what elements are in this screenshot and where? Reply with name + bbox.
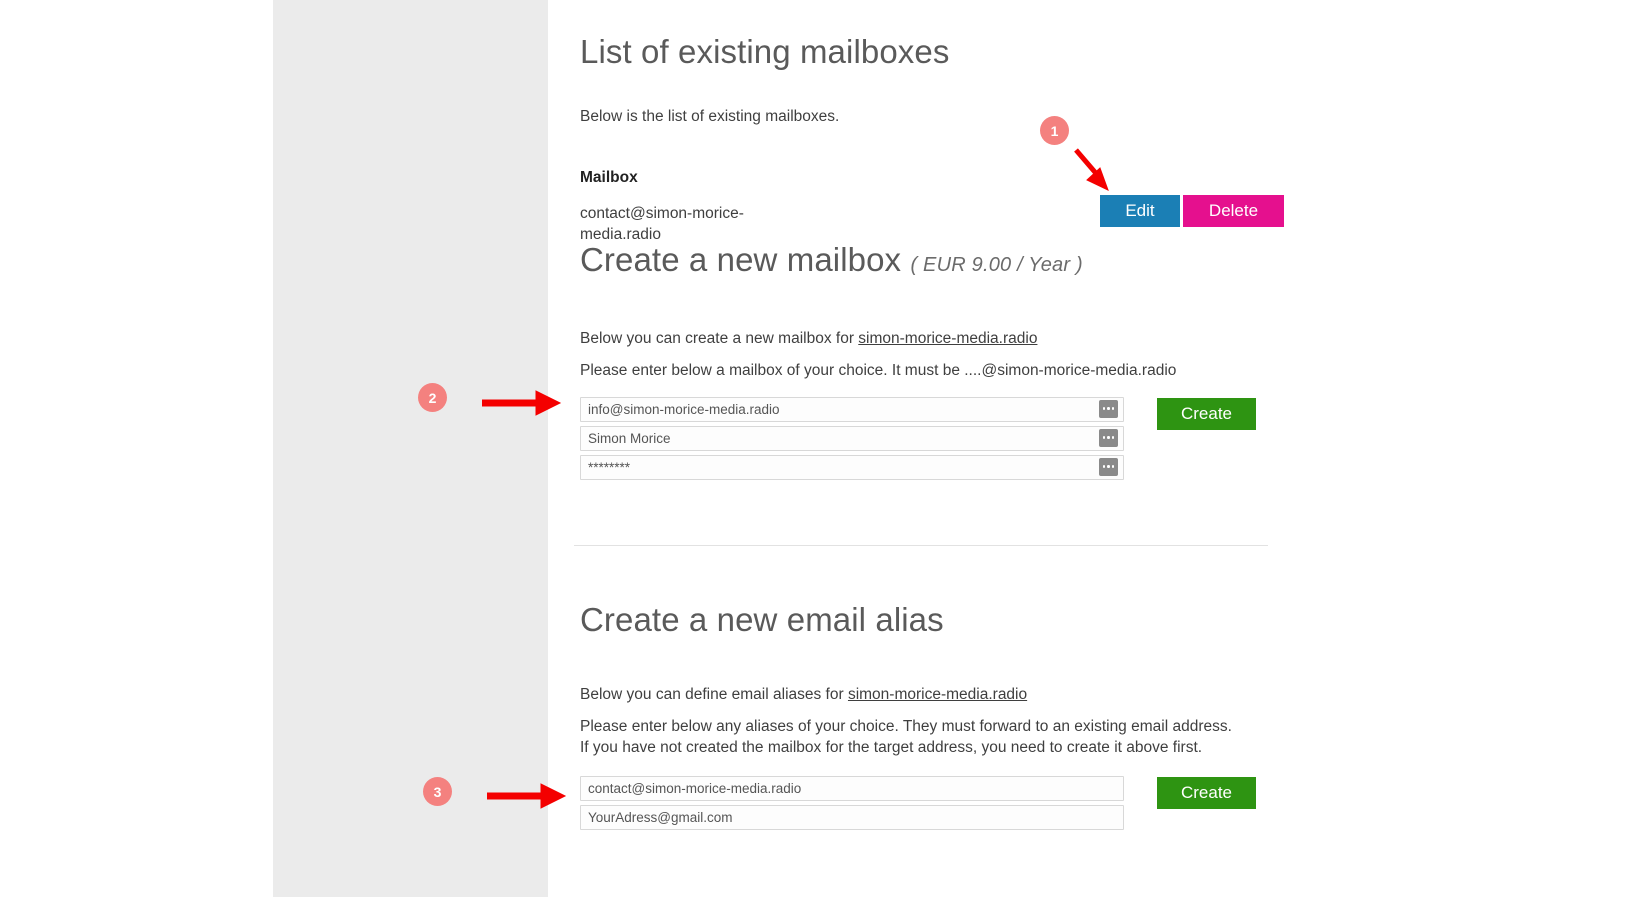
annotation-arrow-2-icon (482, 390, 562, 416)
mailbox-input[interactable] (580, 396, 1124, 422)
autofill-icon[interactable] (1099, 428, 1118, 447)
display-name-input[interactable] (580, 425, 1124, 451)
display-name-field-wrap (580, 425, 1124, 451)
delete-button[interactable]: Delete (1183, 194, 1284, 227)
autofill-icon[interactable] (1099, 457, 1118, 476)
create-alias-lead-prefix: Below you can define email aliases for (580, 685, 848, 703)
page-title: List of existing mailboxes (580, 33, 950, 70)
mailbox-table: Mailbox contact@simon-morice-media.radio… (580, 169, 1284, 245)
create-mailbox-instruction: Please enter below a mailbox of your cho… (580, 361, 1177, 379)
create-mailbox-section: Create a new mailbox ( EUR 9.00 / Year )… (580, 240, 1280, 484)
create-alias-lead: Below you can define email aliases for s… (580, 684, 1280, 705)
page-root: List of existing mailboxes Below is the … (0, 0, 1642, 897)
main-content-column: List of existing mailboxes Below is the … (574, 0, 1284, 897)
mailbox-list-intro: Below is the list of existing mailboxes. (580, 107, 840, 125)
column-header-mailbox: Mailbox (580, 168, 638, 186)
create-mailbox-lead-prefix: Below you can create a new mailbox for (580, 329, 859, 347)
autofill-icon[interactable] (1099, 399, 1118, 418)
create-mailbox-form: Create (580, 396, 1280, 480)
create-alias-section: Create a new email alias Below you can d… (580, 600, 1280, 834)
mailbox-row-actions: Edit Delete (1100, 194, 1284, 227)
section-divider (574, 545, 1268, 546)
create-alias-instruction-line2: If you have not created the mailbox for … (580, 738, 1203, 756)
create-alias-instruction-line1: Please enter below any aliases of your c… (580, 717, 1232, 735)
annotation-badge-3: 3 (423, 777, 452, 806)
domain-link-alias[interactable]: simon-morice-media.radio (848, 686, 1027, 703)
annotation-arrow-3-icon (487, 783, 567, 809)
create-mailbox-lead: Below you can create a new mailbox for s… (580, 328, 1280, 349)
create-alias-form: Create (580, 775, 1280, 830)
alias-input[interactable] (580, 775, 1124, 801)
forward-to-input[interactable] (580, 804, 1124, 830)
forward-to-field-wrap (580, 804, 1124, 830)
annotation-arrow-1-icon (1074, 148, 1109, 191)
create-alias-button[interactable]: Create (1157, 776, 1256, 809)
mailbox-address-value: contact@simon-morice-media.radio (580, 204, 744, 243)
create-mailbox-title-text: Create a new mailbox (580, 241, 902, 278)
annotation-badge-2: 2 (418, 383, 447, 412)
mailbox-field-wrap (580, 396, 1124, 422)
domain-link-mailbox[interactable]: simon-morice-media.radio (858, 330, 1037, 347)
create-mailbox-price-note: ( EUR 9.00 / Year ) (910, 254, 1083, 276)
password-field-wrap (580, 454, 1124, 480)
create-alias-title: Create a new email alias (580, 601, 944, 638)
alias-field-wrap (580, 775, 1124, 801)
password-input[interactable] (580, 454, 1124, 480)
mailbox-table-header: Mailbox (580, 169, 1280, 187)
create-mailbox-title: Create a new mailbox ( EUR 9.00 / Year ) (580, 240, 1280, 280)
create-mailbox-button[interactable]: Create (1157, 397, 1256, 430)
left-sidebar-panel (273, 0, 548, 897)
create-alias-instruction: Please enter below any aliases of your c… (580, 716, 1280, 758)
existing-mailboxes-section: List of existing mailboxes Below is the … (580, 32, 1284, 245)
